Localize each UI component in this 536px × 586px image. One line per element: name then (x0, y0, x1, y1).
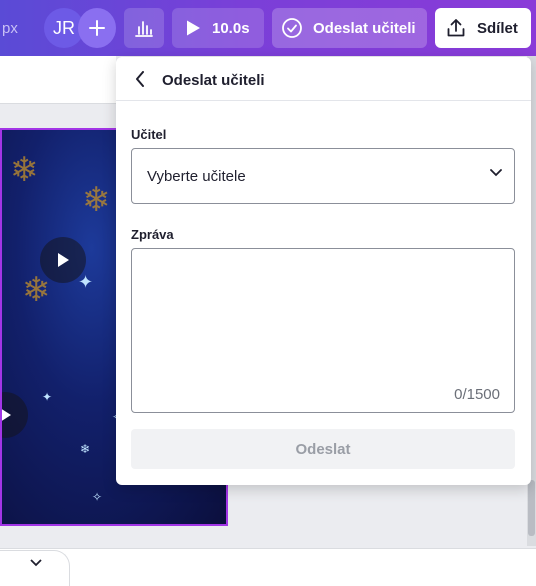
snowflake-decoration-icon: ❄ (82, 181, 111, 219)
play-icon (2, 409, 11, 421)
sparkle-icon: ✦ (42, 390, 53, 404)
avatar-initials: JR (53, 17, 75, 38)
teacher-select[interactable]: Vyberte učitele (131, 148, 515, 204)
pages-toggle-tab[interactable] (0, 550, 70, 586)
editor-toolbar-strip (0, 56, 116, 104)
top-toolbar: px JR 10.0s Odeslat učiteli Sdílet (0, 0, 536, 56)
chevron-left-icon (136, 71, 144, 87)
character-counter: 0/1500 (454, 386, 500, 403)
share-upload-icon (447, 19, 465, 37)
message-textarea[interactable]: 0/1500 (131, 248, 515, 413)
bar-chart-icon (135, 21, 153, 37)
play-icon (58, 253, 69, 267)
duration-label: 10.0s (212, 19, 250, 37)
send-to-teacher-button[interactable]: Odeslat učiteli (272, 8, 427, 48)
scrollbar-thumb[interactable] (528, 480, 535, 536)
submit-label: Odeslat (295, 440, 351, 458)
check-circle-icon (282, 18, 302, 38)
sparkle-icon: ❄ (80, 442, 91, 456)
video-play-button[interactable] (2, 392, 28, 438)
add-collaborator-button[interactable] (78, 8, 116, 48)
submit-button[interactable]: Odeslat (131, 429, 515, 469)
share-label: Sdílet (477, 19, 518, 37)
unit-label: px (2, 20, 18, 37)
share-button[interactable]: Sdílet (435, 8, 531, 48)
play-button[interactable]: 10.0s (172, 8, 264, 48)
panel-title: Odeslat učiteli (162, 72, 265, 89)
panel-header: Odeslat učiteli (116, 57, 531, 101)
play-icon (187, 20, 200, 36)
snowflake-decoration-icon: ❄ (10, 151, 39, 189)
message-label: Zpráva (131, 227, 174, 242)
back-button[interactable] (130, 69, 150, 89)
chevron-down-icon (30, 559, 42, 567)
send-to-teacher-label: Odeslat učiteli (313, 19, 416, 37)
insights-button[interactable] (124, 8, 164, 48)
video-play-button[interactable] (40, 237, 86, 283)
bottom-bar (0, 548, 536, 586)
chevron-down-icon (490, 169, 502, 177)
teacher-select-value: Vyberte učitele (147, 168, 246, 185)
send-to-teacher-panel: Odeslat učiteli Učitel Vyberte učitele Z… (116, 57, 531, 485)
sparkle-icon: ✧ (92, 490, 103, 504)
plus-icon (89, 20, 105, 36)
teacher-label: Učitel (131, 127, 167, 142)
